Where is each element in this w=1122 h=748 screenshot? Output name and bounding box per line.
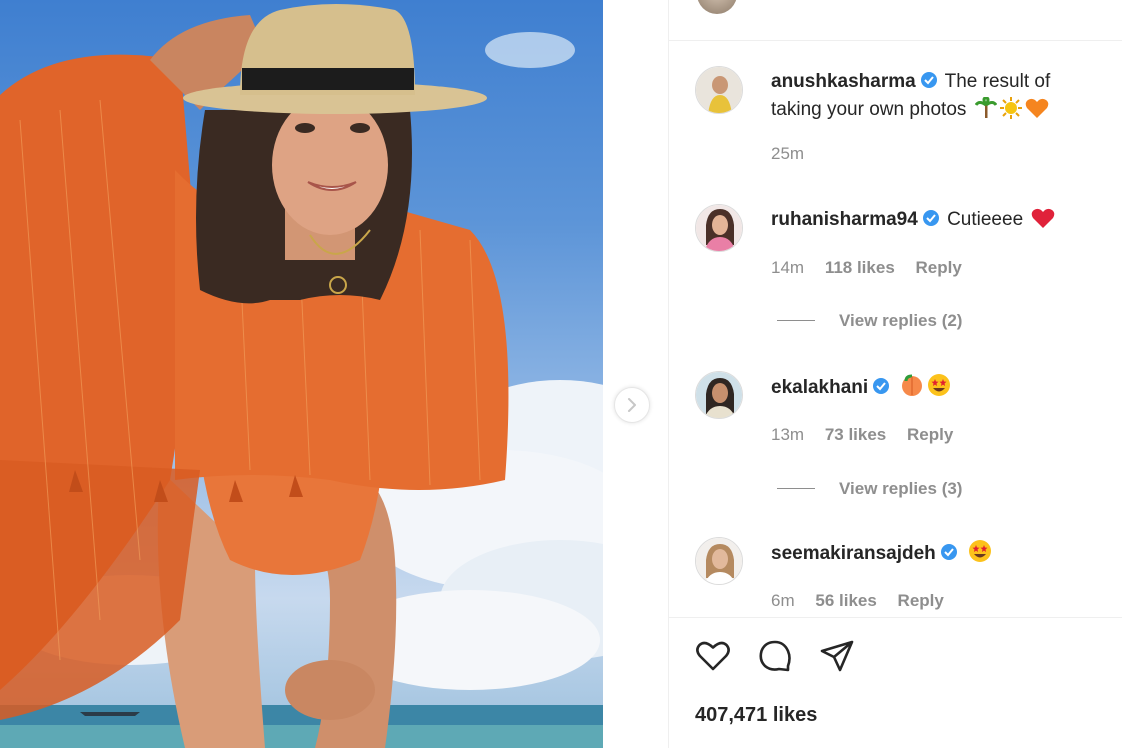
view-replies-button[interactable]: View replies (2) [777, 311, 962, 331]
verified-badge-icon [940, 544, 957, 560]
comment-meta: 6m 56 likes Reply [771, 591, 960, 611]
post-actions [695, 638, 855, 674]
reply-button[interactable]: Reply [898, 591, 944, 610]
replies-line [777, 488, 815, 489]
caption-meta: 25m [771, 144, 820, 164]
comment-text: ruhanisharma94 Cutieeee [771, 206, 1101, 238]
actions-divider [669, 617, 1122, 618]
next-photo-button[interactable] [614, 387, 650, 423]
view-replies-button[interactable]: View replies (3) [777, 479, 962, 499]
view-replies-label: View replies (3) [839, 479, 963, 498]
palm-tree-emoji [974, 96, 997, 128]
photo-illustration [0, 4, 603, 748]
comment-username[interactable]: seemakiransajdeh [771, 543, 936, 564]
comment-likes[interactable]: 118 likes [825, 258, 895, 277]
carousel-gap [603, 0, 668, 748]
reply-button[interactable]: Reply [907, 425, 953, 444]
star-struck-emoji [968, 539, 992, 572]
caption-time[interactable]: 25m [771, 144, 804, 163]
post-photo [0, 0, 603, 748]
comment-time[interactable]: 14m [771, 258, 804, 277]
comment-text: seemakiransajdeh [771, 539, 1101, 572]
replies-line [777, 320, 815, 321]
orange-heart-emoji [1025, 97, 1049, 128]
comments-panel: anushkasharma The result of taking your … [668, 0, 1122, 748]
chevron-right-icon [628, 398, 636, 412]
caption-text: anushkasharma The result of taking your … [771, 68, 1101, 128]
avatar[interactable] [695, 371, 743, 419]
comment-body: Cutieeee [947, 209, 1024, 230]
comment-username[interactable]: ruhanisharma94 [771, 209, 918, 230]
peach-emoji [900, 373, 924, 406]
reply-button[interactable]: Reply [916, 258, 962, 277]
comment-meta: 13m 73 likes Reply [771, 425, 969, 445]
avatar[interactable] [695, 204, 743, 252]
comment-time[interactable]: 6m [771, 591, 795, 610]
star-struck-emoji [927, 373, 951, 406]
verified-badge-icon [922, 210, 939, 226]
comment-username[interactable]: ekalakhani [771, 377, 868, 398]
share-icon[interactable] [819, 638, 855, 674]
comment-likes[interactable]: 56 likes [815, 591, 876, 610]
red-heart-emoji [1031, 207, 1055, 238]
comment-icon[interactable] [757, 638, 793, 674]
avatar[interactable] [695, 537, 743, 585]
header-divider [669, 40, 1122, 41]
heart-icon[interactable] [695, 638, 731, 674]
post-author-avatar[interactable] [697, 0, 737, 14]
post-like-count[interactable]: 407,471 likes [695, 704, 817, 727]
view-replies-label: View replies (2) [839, 311, 963, 330]
comment-text: ekalakhani [771, 373, 1101, 406]
comment-likes[interactable]: 73 likes [825, 425, 886, 444]
sun-emoji [999, 97, 1022, 128]
avatar[interactable] [695, 66, 743, 114]
caption-username[interactable]: anushkasharma [771, 71, 916, 92]
comment-meta: 14m 118 likes Reply [771, 258, 978, 278]
verified-badge-icon [873, 378, 890, 394]
verified-badge-icon [920, 72, 937, 88]
comment-time[interactable]: 13m [771, 425, 804, 444]
